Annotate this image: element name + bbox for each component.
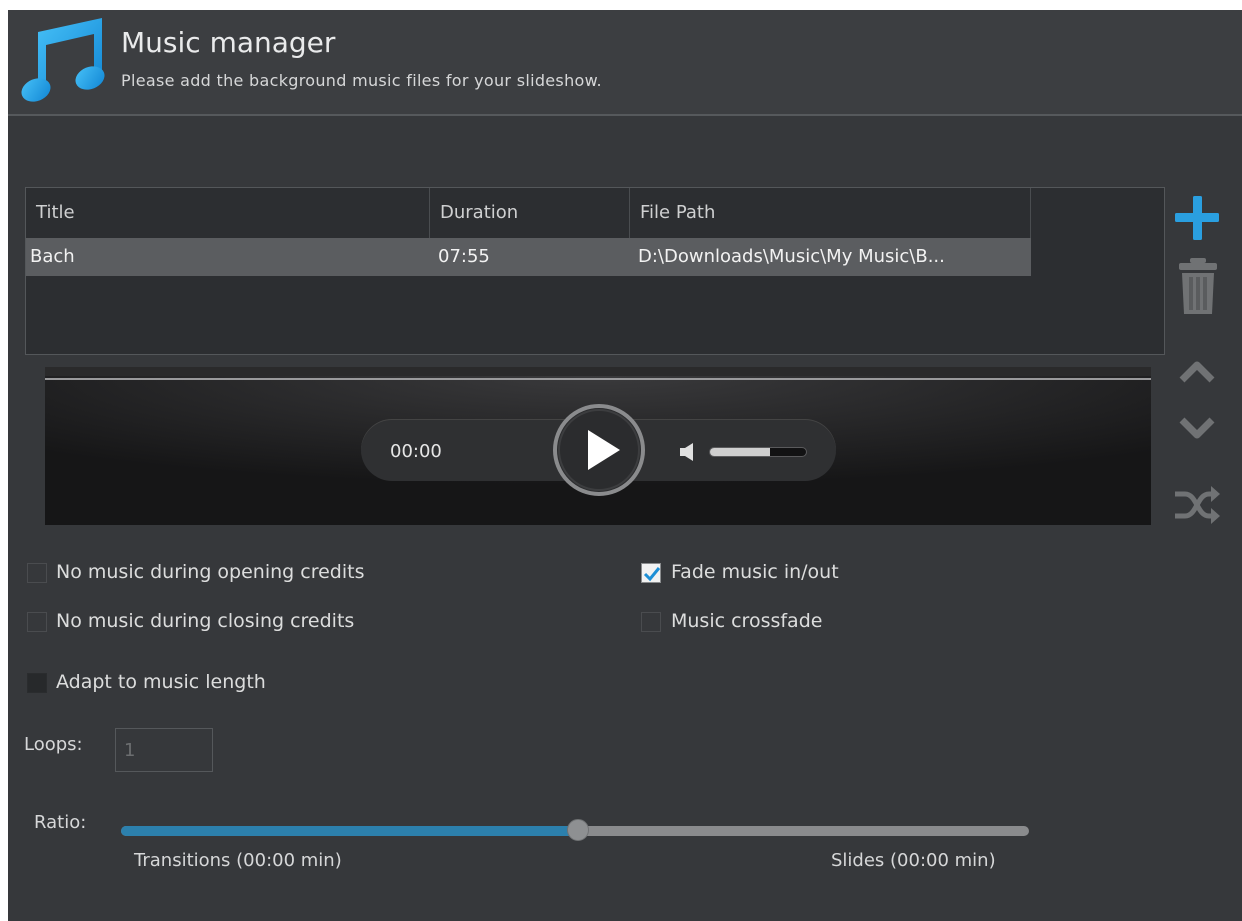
no-music-closing-checkbox[interactable] <box>27 612 47 632</box>
chevron-down-icon <box>1179 417 1215 439</box>
speaker-icon[interactable] <box>678 441 700 463</box>
column-header-file-path[interactable]: File Path <box>630 188 1031 238</box>
ratio-label: Ratio: <box>34 812 87 833</box>
row-duration: 07:55 <box>438 246 490 267</box>
loops-input[interactable] <box>115 728 213 772</box>
page-title: Music manager <box>121 26 336 59</box>
no-music-opening-label[interactable]: No music during opening credits <box>56 561 364 583</box>
row-file-path: D:\Downloads\Music\My Music\B... <box>638 246 945 267</box>
header: Music manager Please add the background … <box>8 10 1242 116</box>
fade-label[interactable]: Fade music in/out <box>671 561 839 583</box>
add-music-button[interactable] <box>1173 194 1221 242</box>
move-up-button[interactable] <box>1179 358 1215 384</box>
audio-player: 00:00 <box>45 367 1151 525</box>
chevron-up-icon <box>1179 361 1215 383</box>
volume-level <box>710 448 770 456</box>
shuffle-button[interactable] <box>1173 484 1221 526</box>
trash-icon <box>1179 258 1217 314</box>
play-button[interactable] <box>552 403 646 497</box>
ratio-slider-fill <box>121 826 575 836</box>
adapt-length-label[interactable]: Adapt to music length <box>56 671 266 693</box>
volume-slider[interactable] <box>709 447 807 457</box>
crossfade-label[interactable]: Music crossfade <box>671 610 822 632</box>
checkmark-icon <box>643 567 661 582</box>
table-row[interactable]: Bach 07:55 D:\Downloads\Music\My Music\B… <box>26 238 1031 276</box>
no-music-opening-checkbox[interactable] <box>27 563 47 583</box>
adapt-length-checkbox[interactable] <box>27 673 47 693</box>
fade-checkbox[interactable] <box>641 563 661 583</box>
music-manager-window: Music manager Please add the background … <box>8 10 1242 921</box>
column-header-title[interactable]: Title <box>26 188 430 238</box>
page-subtitle: Please add the background music files fo… <box>121 71 602 90</box>
music-note-icon <box>21 18 105 102</box>
transitions-label: Transitions (00:00 min) <box>134 850 342 871</box>
row-title: Bach <box>30 246 75 267</box>
current-time: 00:00 <box>390 441 442 462</box>
no-music-closing-label[interactable]: No music during closing credits <box>56 610 354 632</box>
slides-label: Slides (00:00 min) <box>831 850 996 871</box>
loops-label: Loops: <box>24 734 83 755</box>
move-down-button[interactable] <box>1179 416 1215 442</box>
crossfade-checkbox[interactable] <box>641 612 661 632</box>
ratio-slider-thumb[interactable] <box>567 819 589 841</box>
shuffle-icon <box>1175 491 1215 519</box>
column-header-duration[interactable]: Duration <box>430 188 630 238</box>
music-list[interactable]: Title Duration File Path Bach 07:55 D:\D… <box>25 187 1165 355</box>
delete-music-button[interactable] <box>1178 258 1218 316</box>
